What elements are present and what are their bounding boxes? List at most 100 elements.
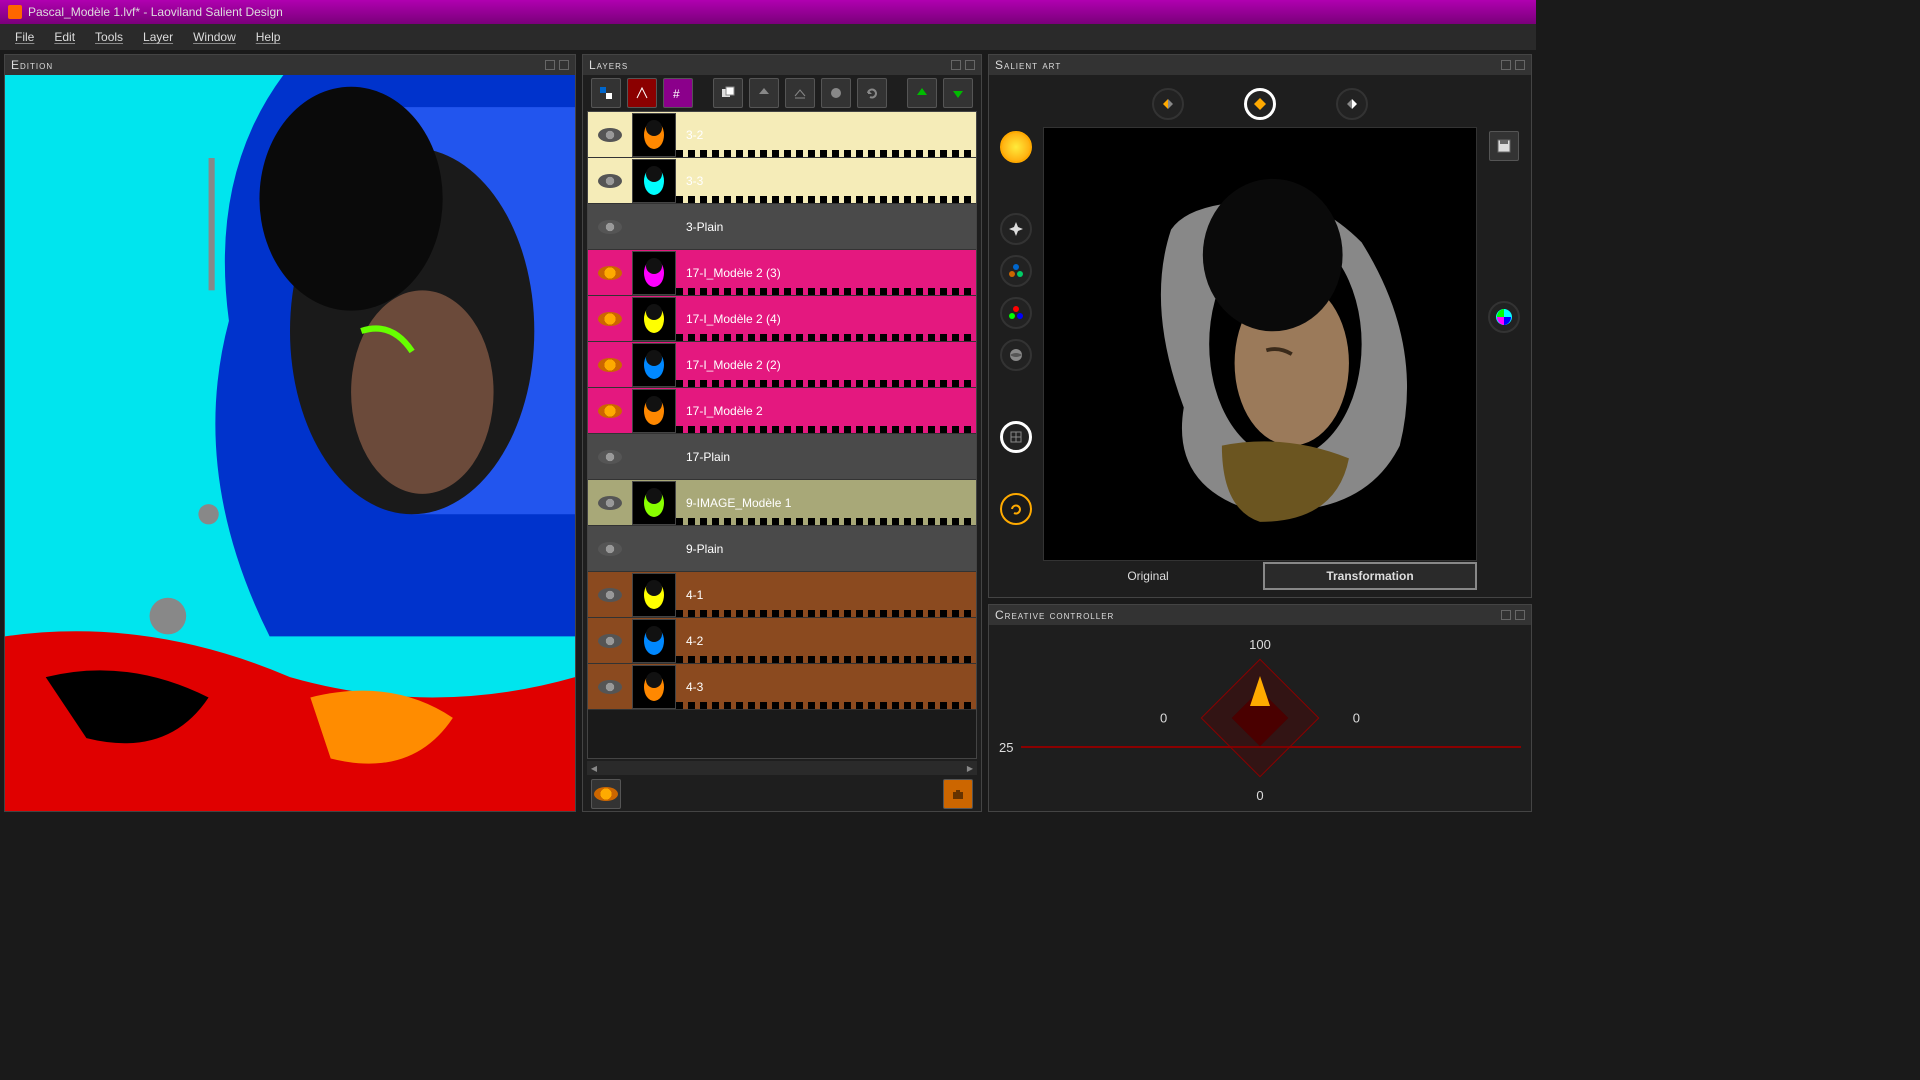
layer-label: 17-I_Modèle 2 (2)	[676, 358, 976, 372]
edition-canvas[interactable]	[5, 75, 575, 811]
controller-pad[interactable]: 100 0 0 0 25	[989, 625, 1531, 811]
salient-preview[interactable]	[1043, 127, 1477, 561]
refresh-circle-button[interactable]	[1000, 493, 1032, 525]
layer-row[interactable]: 17-I_Modèle 2 (2)	[588, 342, 976, 388]
palette-rgb-button[interactable]	[1000, 297, 1032, 329]
layer-visibility-toggle[interactable]	[588, 358, 632, 372]
svg-text:#: #	[673, 87, 680, 100]
layer-visibility-toggle[interactable]	[588, 266, 632, 280]
layer-label: 17-I_Modèle 2	[676, 404, 976, 418]
filmstrip-icon	[676, 702, 976, 709]
layer-label: 17-I_Modèle 2 (4)	[676, 312, 976, 326]
layer-label: 4-2	[676, 634, 976, 648]
mode-left-button[interactable]	[1152, 88, 1184, 120]
layer-row[interactable]: 17-I_Modèle 2 (3)	[588, 250, 976, 296]
controller-title: Creative controller	[995, 608, 1114, 622]
value-bottom: 0	[1256, 788, 1263, 803]
palette-tri-button[interactable]	[1000, 255, 1032, 287]
move-down-button[interactable]	[943, 78, 973, 108]
menu-edit[interactable]: Edit	[45, 27, 84, 47]
layer-row[interactable]: 3-3	[588, 158, 976, 204]
filmstrip-icon	[676, 610, 976, 617]
filmstrip-icon	[676, 518, 976, 525]
merge-button[interactable]	[749, 78, 779, 108]
layers-list[interactable]: 3-2 3-3 3-Plain 17-I_Modèle 2 (3) 17-I_Modèl…	[587, 111, 977, 759]
duplicate-button[interactable]	[713, 78, 743, 108]
layer-visibility-toggle[interactable]	[588, 680, 632, 694]
new-layer-button[interactable]	[591, 78, 621, 108]
filmstrip-icon	[676, 288, 976, 295]
sphere-button[interactable]	[821, 78, 851, 108]
layer-visibility-toggle[interactable]	[588, 542, 632, 556]
creative-controller-panel: Creative controller 100 0 0 0 25	[988, 604, 1532, 812]
layer-row[interactable]: 3-2	[588, 112, 976, 158]
layer-row[interactable]: 17-Plain	[588, 434, 976, 480]
layers-hscroll[interactable]: ◀▶	[587, 761, 977, 775]
menu-help[interactable]: Help	[247, 27, 290, 47]
shape-star-button[interactable]	[1000, 213, 1032, 245]
layer-thumbnail	[632, 527, 676, 571]
filmstrip-icon	[676, 426, 976, 433]
close-icon[interactable]	[559, 60, 569, 70]
menu-layer[interactable]: Layer	[134, 27, 182, 47]
layer-visibility-toggle[interactable]	[588, 496, 632, 510]
layer-visibility-toggle[interactable]	[588, 312, 632, 326]
layer-visibility-toggle[interactable]	[588, 588, 632, 602]
layer-label: 3-2	[676, 128, 976, 142]
color-wheel-button[interactable]	[1488, 301, 1520, 333]
reset-button[interactable]	[857, 78, 887, 108]
layer-visibility-toggle[interactable]	[588, 450, 632, 464]
layers-toolbar: #	[583, 75, 981, 111]
layer-row[interactable]: 9-Plain	[588, 526, 976, 572]
tab-transformation[interactable]: Transformation	[1263, 562, 1477, 590]
grid-button[interactable]	[1000, 421, 1032, 453]
visibility-toggle-button[interactable]	[591, 779, 621, 809]
move-up-button[interactable]	[907, 78, 937, 108]
layer-row[interactable]: 4-3	[588, 664, 976, 710]
close-icon[interactable]	[1515, 60, 1525, 70]
close-icon[interactable]	[965, 60, 975, 70]
layer-visibility-toggle[interactable]	[588, 220, 632, 234]
menu-window[interactable]: Window	[184, 27, 245, 47]
flatten-button[interactable]	[785, 78, 815, 108]
menu-bar: File Edit Tools Layer Window Help	[0, 24, 1536, 50]
menu-tools[interactable]: Tools	[86, 27, 132, 47]
layer-thumbnail	[632, 251, 676, 295]
layer-row[interactable]: 9-IMAGE_Modèle 1	[588, 480, 976, 526]
world-button[interactable]	[1000, 339, 1032, 371]
layer-row[interactable]: 3-Plain	[588, 204, 976, 250]
mode-right-button[interactable]	[1336, 88, 1368, 120]
effect-red-button[interactable]	[627, 78, 657, 108]
layer-visibility-toggle[interactable]	[588, 128, 632, 142]
controller-marker-icon[interactable]	[1250, 676, 1270, 706]
layer-visibility-toggle[interactable]	[588, 634, 632, 648]
filmstrip-icon	[676, 150, 976, 157]
filmstrip-icon	[676, 656, 976, 663]
layer-row[interactable]: 17-I_Modèle 2 (4)	[588, 296, 976, 342]
save-preview-button[interactable]	[1489, 131, 1519, 161]
layer-visibility-toggle[interactable]	[588, 404, 632, 418]
close-icon[interactable]	[1515, 610, 1525, 620]
layer-row[interactable]: 4-2	[588, 618, 976, 664]
layer-thumbnail	[632, 343, 676, 387]
layer-thumbnail	[632, 619, 676, 663]
layer-visibility-toggle[interactable]	[588, 174, 632, 188]
undock-icon[interactable]	[545, 60, 555, 70]
layer-row[interactable]: 17-I_Modèle 2	[588, 388, 976, 434]
saliency-sun-button[interactable]	[1000, 131, 1032, 163]
undock-icon[interactable]	[1501, 610, 1511, 620]
layer-thumbnail	[632, 159, 676, 203]
layer-thumbnail	[632, 435, 676, 479]
value-top: 100	[1249, 637, 1271, 652]
mode-center-button[interactable]	[1244, 88, 1276, 120]
layer-row[interactable]: 4-1	[588, 572, 976, 618]
layer-label: 3-Plain	[676, 220, 976, 234]
toolbox-button[interactable]	[943, 779, 973, 809]
undock-icon[interactable]	[951, 60, 961, 70]
menu-file[interactable]: File	[6, 27, 43, 47]
title-bar: Pascal_Modèle 1.lvf* - Laoviland Salient…	[0, 0, 1536, 24]
layer-thumbnail	[632, 297, 676, 341]
effect-purple-button[interactable]: #	[663, 78, 693, 108]
tab-original[interactable]: Original	[1043, 564, 1253, 588]
undock-icon[interactable]	[1501, 60, 1511, 70]
